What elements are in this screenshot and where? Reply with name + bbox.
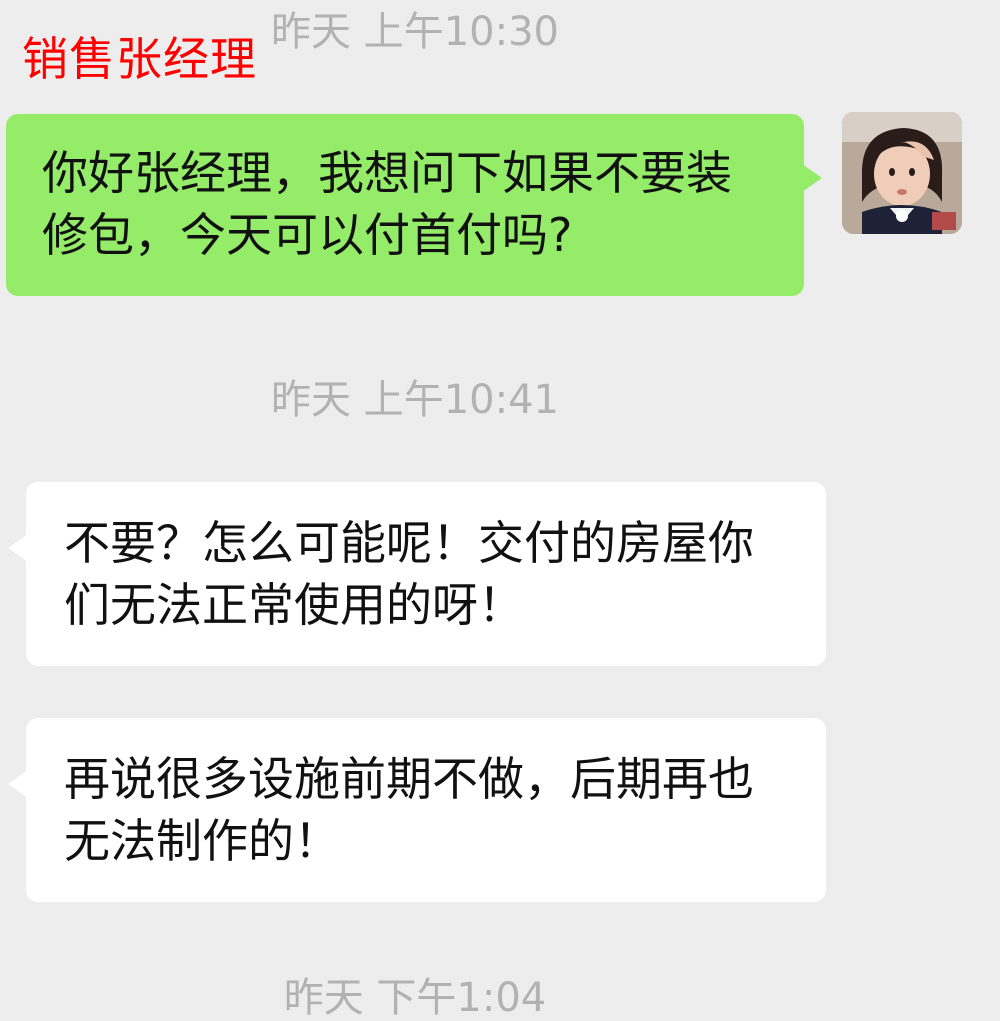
timestamp: 昨天 下午1:04 — [283, 975, 547, 1021]
avatar[interactable] — [842, 112, 962, 234]
contact-label: 销售张经理 — [22, 32, 257, 86]
avatar-photo-icon — [842, 112, 962, 234]
outgoing-message-bubble[interactable]: 你好张经理，我想问下如果不要装修包，今天可以付首付吗? — [6, 114, 822, 296]
incoming-message-bubble[interactable]: 不要？怎么可能呢！交付的房屋你们无法正常使用的呀！ — [8, 482, 826, 666]
incoming-message-bubble[interactable]: 再说很多设施前期不做，后期再也无法制作的！ — [8, 718, 826, 902]
timestamp: 昨天 上午10:41 — [271, 377, 559, 423]
